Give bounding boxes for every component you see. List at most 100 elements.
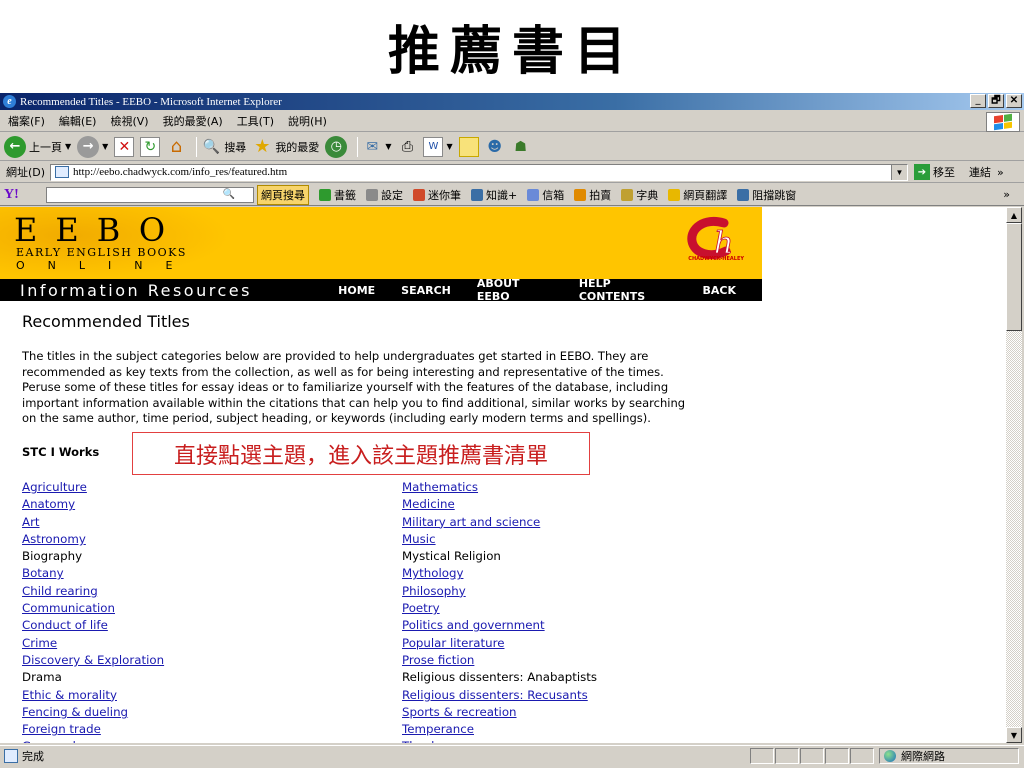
topic-label: Religious dissenters: Anabaptists (402, 670, 598, 685)
extension-button[interactable]: ☗ (511, 137, 531, 157)
yahoo-logo-icon[interactable]: Y! (0, 187, 46, 203)
topic-link[interactable]: Military art and science (402, 515, 540, 529)
scroll-down-icon[interactable]: ▼ (1006, 727, 1022, 743)
topic-link[interactable]: Politics and government (402, 618, 545, 632)
topic-link[interactable]: Agriculture (22, 480, 87, 494)
scroll-thumb[interactable] (1006, 223, 1022, 331)
menu-file[interactable]: 檔案(F) (8, 113, 45, 129)
topic-link[interactable]: Astronomy (22, 532, 86, 546)
topic-item: Mythology (402, 565, 597, 582)
topic-item: Poetry (402, 600, 597, 617)
topic-link[interactable]: Child rearing (22, 584, 98, 598)
menu-tools[interactable]: 工具(T) (237, 113, 274, 129)
topic-link[interactable]: Anatomy (22, 497, 75, 511)
menu-view[interactable]: 檢視(V) (110, 113, 148, 129)
yahoo-auction-label: 拍賣 (589, 188, 612, 202)
home-button[interactable]: ⌂ (166, 136, 186, 157)
topic-link[interactable]: Philosophy (402, 584, 466, 598)
print-button[interactable]: ⎙ (397, 137, 417, 157)
yahoo-translate[interactable]: 網頁翻譯 (668, 187, 727, 203)
address-dropdown-icon[interactable]: ▼ (891, 164, 907, 180)
nav-search[interactable]: SEARCH (401, 284, 451, 297)
minimize-button[interactable]: _ (970, 94, 986, 108)
topic-link[interactable]: Fencing & dueling (22, 705, 128, 719)
topic-link[interactable]: Poetry (402, 601, 440, 615)
back-button[interactable]: ← 上一頁 ▼ (4, 135, 71, 158)
messenger-button[interactable]: ☻ (485, 137, 505, 157)
scroll-up-icon[interactable]: ▲ (1006, 207, 1022, 223)
topic-item: Agriculture (22, 479, 164, 496)
settings-icon (366, 188, 378, 201)
favorites-button[interactable]: ★ 我的最愛 (252, 136, 319, 157)
topic-item: Child rearing (22, 583, 164, 600)
edit-dropdown-icon[interactable]: ▼ (446, 142, 452, 151)
nav-help[interactable]: HELP CONTENTS (579, 277, 677, 303)
go-button[interactable]: ➔ 移至 (914, 164, 955, 180)
discuss-button[interactable] (458, 136, 479, 157)
search-button[interactable]: 🔍 搜尋 (201, 137, 247, 157)
topic-link[interactable]: Religious dissenters: Recusants (402, 688, 588, 702)
topic-link[interactable]: Mathematics (402, 480, 478, 494)
security-zone[interactable]: 網際網路 (879, 747, 1019, 764)
eebo-logo-online: ONLINE (16, 259, 196, 272)
mail-dropdown-icon[interactable]: ▼ (385, 142, 391, 151)
topic-link[interactable]: Discovery & Exploration (22, 653, 164, 667)
topic-link[interactable]: Crime (22, 636, 57, 650)
topic-link[interactable]: Conduct of life (22, 618, 108, 632)
nav-home[interactable]: HOME (338, 284, 375, 297)
yahoo-search-input[interactable]: 🔍 (46, 186, 254, 203)
menu-edit[interactable]: 編輯(E) (59, 113, 97, 129)
links-more-icon[interactable]: » (997, 166, 1004, 179)
yahoo-web-search-button[interactable]: 網頁搜尋 (257, 184, 309, 205)
stop-button[interactable]: ✕ (114, 136, 135, 157)
eebo-logo[interactable]: EEBO (14, 211, 183, 249)
yahoo-auction[interactable]: 拍賣 (574, 187, 611, 203)
vertical-scrollbar[interactable]: ▲ ▼ (1006, 207, 1022, 743)
nav-about[interactable]: ABOUT EEBO (477, 277, 553, 303)
topic-link[interactable]: Prose fiction (402, 653, 474, 667)
topic-link[interactable]: Foreign trade (22, 722, 101, 736)
zone-label: 網際網路 (901, 749, 945, 763)
ie-logo-icon: e (3, 95, 16, 108)
yahoo-mail[interactable]: 信箱 (527, 187, 564, 203)
eebo-header: EEBO EARLY ENGLISH BOOKS ONLINE h CHADWY… (0, 207, 762, 279)
yahoo-minipen[interactable]: 迷你筆 (413, 187, 461, 203)
yahoo-knowledge[interactable]: 知識+ (471, 187, 517, 203)
menu-help[interactable]: 說明(H) (288, 113, 327, 129)
topic-link[interactable]: Music (402, 532, 436, 546)
close-button[interactable]: ✕ (1006, 94, 1022, 108)
back-dropdown-icon[interactable]: ▼ (65, 142, 71, 151)
topic-link[interactable]: Ethic & morality (22, 688, 117, 702)
topic-item: Sports & recreation (402, 704, 597, 721)
forward-button[interactable]: → ▼ (77, 135, 108, 158)
nav-back[interactable]: BACK (703, 284, 737, 297)
topic-link[interactable]: Geography (22, 739, 87, 743)
title-bar[interactable]: e Recommended Titles - EEBO - Microsoft … (0, 93, 1024, 110)
topic-link[interactable]: Popular literature (402, 636, 504, 650)
edit-button[interactable]: W ▼ (423, 136, 453, 157)
topic-link[interactable]: Communication (22, 601, 115, 615)
history-button[interactable]: ◷ (325, 135, 348, 158)
refresh-button[interactable]: ↻ (140, 136, 161, 157)
yahoo-dictionary[interactable]: 字典 (621, 187, 658, 203)
yahoo-bookmarks[interactable]: 書籤 (319, 187, 356, 203)
frog-icon: ☗ (514, 138, 527, 155)
topic-item: Fencing & dueling (22, 704, 164, 721)
forward-dropdown-icon[interactable]: ▼ (102, 142, 108, 151)
links-button[interactable]: 連結 (969, 164, 991, 180)
menu-favorites[interactable]: 我的最愛(A) (163, 113, 223, 129)
topic-link[interactable]: Art (22, 515, 40, 529)
address-input[interactable]: http://eebo.chadwyck.com/info_res/featur… (50, 163, 908, 181)
topic-link[interactable]: Botany (22, 566, 64, 580)
yahoo-more-icon[interactable]: » (1003, 188, 1010, 201)
mail-button[interactable]: ✉ ▼ (362, 137, 391, 157)
topic-link[interactable]: Medicine (402, 497, 455, 511)
topic-link[interactable]: Theology (402, 739, 456, 743)
topic-item: Discovery & Exploration (22, 652, 164, 669)
yahoo-popup-blocker[interactable]: 阻擋跳窗 (737, 187, 796, 203)
topic-link[interactable]: Mythology (402, 566, 463, 580)
topic-link[interactable]: Temperance (402, 722, 474, 736)
topic-link[interactable]: Sports & recreation (402, 705, 517, 719)
yahoo-settings[interactable]: 設定 (366, 187, 403, 203)
restore-button[interactable]: 🗗 (988, 94, 1004, 108)
